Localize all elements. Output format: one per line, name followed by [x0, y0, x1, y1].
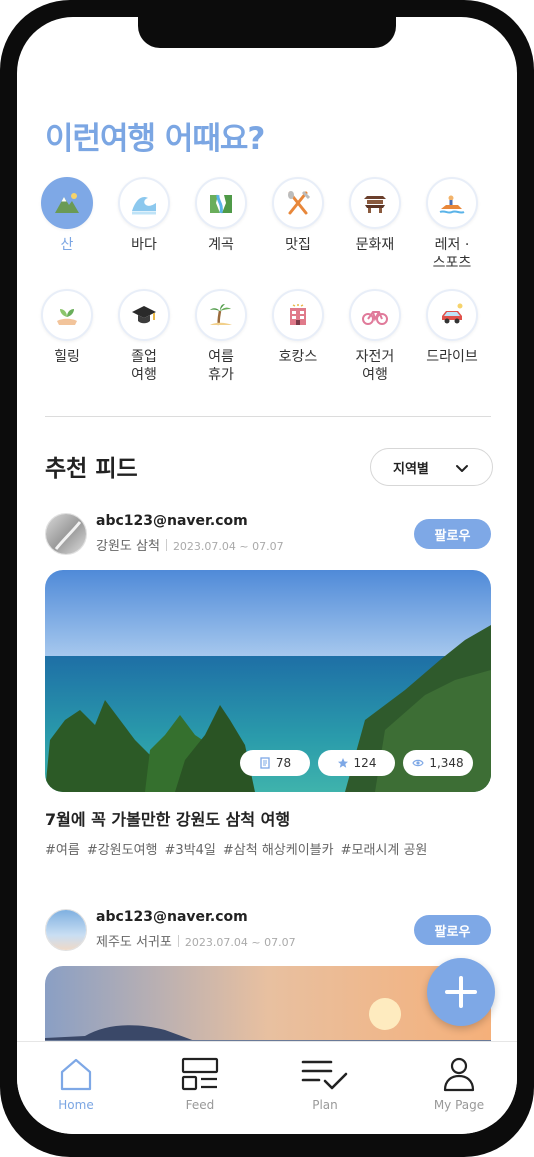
utensils-icon — [272, 177, 324, 229]
category-label: 드라이브 — [426, 349, 478, 365]
post-author-email[interactable]: abc123@naver.com — [96, 909, 248, 925]
feed-section-title: 추천 피드 — [45, 456, 138, 482]
stat-stars-count: 124 — [353, 756, 377, 770]
category-hocance[interactable]: 호캉스 — [258, 289, 338, 366]
category-label: 레저 · 스포츠 — [432, 237, 472, 271]
category-graduation-trip[interactable]: 졸업 여행 — [104, 289, 184, 384]
category-label: 맛집 — [285, 237, 311, 253]
category-label: 호캉스 — [278, 349, 318, 365]
post-dates: 2023.07.04 ~ 07.07 — [172, 540, 284, 553]
avatar[interactable] — [45, 909, 87, 951]
home-icon — [60, 1058, 92, 1091]
eye-icon — [412, 759, 425, 767]
notch — [138, 17, 396, 48]
star-icon — [337, 758, 348, 768]
meta-separator — [177, 935, 179, 947]
heritage-icon — [349, 177, 401, 229]
post-title[interactable]: 7월에 꼭 가볼만한 강원도 삼척 여행 — [45, 806, 290, 830]
hashtag[interactable]: #모래시계 공원 — [341, 843, 428, 858]
category-label: 산 — [60, 237, 74, 253]
nav-label: My Page — [433, 1098, 485, 1112]
post-dates: 2023.07.04 ~ 07.07 — [184, 936, 296, 949]
category-label: 바다 — [131, 237, 157, 253]
category-label: 힐링 — [54, 349, 80, 365]
wave-icon — [118, 177, 170, 229]
category-label: 문화재 — [355, 237, 395, 253]
add-post-button[interactable] — [427, 958, 495, 1026]
category-label: 졸업 여행 — [131, 349, 157, 383]
palm-tree-icon — [195, 289, 247, 341]
category-healing[interactable]: 힐링 — [27, 289, 107, 366]
follow-button[interactable]: 팔로우 — [414, 915, 491, 945]
category-label: 여름 휴가 — [208, 349, 234, 383]
mountain-icon — [41, 177, 93, 229]
meta-separator — [165, 539, 167, 551]
stat-views: 1,348 — [403, 750, 473, 776]
healing-icon — [41, 289, 93, 341]
nav-label: Plan — [312, 1098, 338, 1112]
nav-item-plan[interactable]: Plan — [277, 1054, 373, 1112]
section-divider — [45, 416, 491, 417]
post-stats: 78 124 1,348 — [240, 750, 473, 776]
category-label: 자전거 여행 — [355, 349, 395, 383]
hashtag[interactable]: #3박4일 — [165, 843, 216, 858]
hashtag[interactable]: #여름 — [45, 843, 80, 858]
valley-icon — [195, 177, 247, 229]
user-icon — [443, 1057, 475, 1092]
phone-frame: 이런여행 어때요? 산 바다 계곡 맛집 문화재 레저 · 스포츠 힐링 졸업 … — [0, 0, 534, 1157]
category-leisure-sports[interactable]: 레저 · 스포츠 — [412, 177, 492, 272]
hashtag[interactable]: #삼척 해상케이블카 — [223, 843, 334, 858]
region-filter-label: 지역별 — [393, 461, 429, 477]
plan-icon — [301, 1060, 348, 1090]
nav-item-home[interactable]: Home — [28, 1054, 124, 1112]
page-headline: 이런여행 어때요? — [45, 121, 265, 157]
post-tags: #여름 #강원도여행 #3박4일 #삼척 해상케이블카 #모래시계 공원 — [45, 839, 434, 858]
category-valley[interactable]: 계곡 — [181, 177, 261, 254]
jet-ski-icon — [426, 177, 478, 229]
post-photo[interactable]: 78 124 1,348 — [45, 570, 491, 792]
stat-posts: 78 — [240, 750, 310, 776]
stat-views-count: 1,348 — [429, 756, 464, 770]
nav-label: Feed — [185, 1098, 215, 1112]
stat-posts-count: 78 — [275, 756, 292, 770]
chevron-down-icon — [456, 465, 468, 472]
app-screen: 이런여행 어때요? 산 바다 계곡 맛집 문화재 레저 · 스포츠 힐링 졸업 … — [17, 17, 517, 1134]
category-restaurant[interactable]: 맛집 — [258, 177, 338, 254]
plus-icon — [445, 976, 477, 1008]
avatar[interactable] — [45, 513, 87, 555]
hotel-icon — [272, 289, 324, 341]
post-author-email[interactable]: abc123@naver.com — [96, 513, 248, 529]
category-heritage[interactable]: 문화재 — [335, 177, 415, 254]
category-mountain[interactable]: 산 — [27, 177, 107, 254]
feed-icon — [181, 1057, 219, 1091]
region-filter-dropdown[interactable]: 지역별 — [370, 448, 493, 486]
post-location: 강원도 삼척 — [96, 539, 160, 554]
nav-item-my-page[interactable]: My Page — [411, 1054, 507, 1112]
post-meta: 제주도 서귀포 2023.07.04 ~ 07.07 — [96, 931, 296, 950]
category-bicycle-trip[interactable]: 자전거 여행 — [335, 289, 415, 384]
hashtag[interactable]: #강원도여행 — [87, 843, 158, 858]
nav-label: Home — [58, 1098, 94, 1112]
post-meta: 강원도 삼척 2023.07.04 ~ 07.07 — [96, 535, 284, 554]
graduation-cap-icon — [118, 289, 170, 341]
nav-item-feed[interactable]: Feed — [152, 1054, 248, 1112]
post-location: 제주도 서귀포 — [96, 935, 172, 950]
car-icon — [426, 289, 478, 341]
category-summer-vacation[interactable]: 여름 휴가 — [181, 289, 261, 384]
category-label: 계곡 — [208, 237, 234, 253]
bicycle-icon — [349, 289, 401, 341]
stat-stars: 124 — [318, 750, 395, 776]
document-icon — [260, 757, 270, 769]
bottom-navigation: Home Feed Plan My Page — [17, 1041, 517, 1134]
category-drive[interactable]: 드라이브 — [412, 289, 492, 366]
follow-button[interactable]: 팔로우 — [414, 519, 491, 549]
category-sea[interactable]: 바다 — [104, 177, 184, 254]
